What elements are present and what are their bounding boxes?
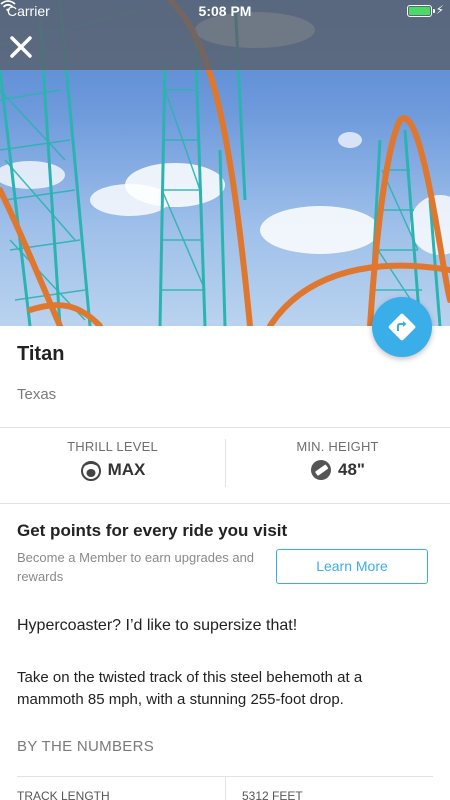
min-height-stat: MIN. HEIGHT 48" — [225, 427, 450, 503]
min-height-value-row: 48" — [225, 459, 450, 481]
clock: 5:08 PM — [198, 3, 252, 19]
track-length-value: 5312 FEET — [242, 789, 303, 800]
charging-icon: ⚡ — [435, 3, 444, 17]
directions-button[interactable] — [372, 297, 432, 357]
min-height-label: MIN. HEIGHT — [296, 439, 379, 454]
ride-stats: THRILL LEVEL MAX MIN. HEIGHT 48" — [0, 427, 450, 503]
ride-tagline: Hypercoaster? I’d like to supersize that… — [17, 617, 298, 634]
thrill-face-icon — [80, 461, 101, 481]
status-bar: Carrier 5:08 PM ⚡ — [0, 0, 450, 22]
ride-location: Texas — [17, 386, 57, 403]
min-height-value: 48" — [338, 460, 365, 479]
promo-title: Get points for every ride you visit — [17, 521, 288, 540]
ride-description: Take on the twisted track of this steel … — [17, 669, 363, 708]
divider — [0, 503, 450, 504]
track-length-label: TRACK LENGTH — [17, 789, 110, 800]
thrill-level-value: MAX — [107, 460, 146, 479]
numbers-table: TRACK LENGTH 5312 FEET — [17, 776, 433, 800]
close-icon — [10, 36, 32, 58]
thrill-level-value-row: MAX — [0, 459, 225, 481]
learn-more-button[interactable]: Learn More — [276, 549, 428, 584]
height-ruler-icon — [311, 460, 331, 480]
thrill-level-stat: THRILL LEVEL MAX — [0, 427, 225, 503]
thrill-level-label: THRILL LEVEL — [67, 439, 158, 454]
directions-icon — [388, 313, 416, 341]
by-the-numbers-heading: BY THE NUMBERS — [17, 738, 155, 755]
ride-hero-image: Carrier 5:08 PM ⚡ — [0, 0, 450, 326]
battery-icon — [407, 5, 435, 17]
close-button[interactable] — [6, 32, 36, 62]
ride-title: Titan — [17, 343, 65, 365]
promo-text: Become a Member to earn upgrades and rew… — [17, 550, 255, 584]
table-divider — [225, 777, 226, 800]
